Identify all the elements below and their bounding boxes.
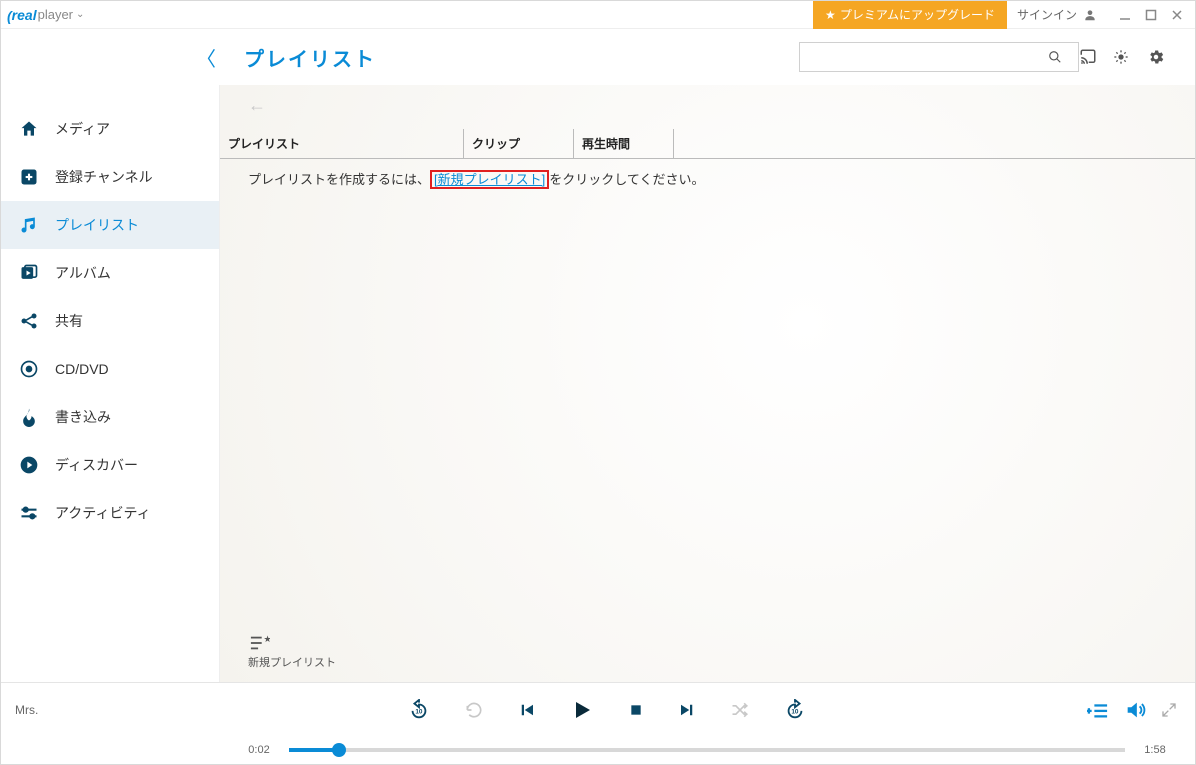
content-area: ← プレイリスト クリップ 再生時間 プレイリストを作成するには、[新規プレイリ…	[219, 85, 1195, 682]
sliders-icon	[19, 503, 39, 523]
sidebar-item-discover[interactable]: ディスカバー	[1, 441, 219, 489]
volume-button[interactable]	[1123, 699, 1147, 721]
logo-dropdown-icon[interactable]: ⌄	[76, 9, 84, 20]
column-playlist[interactable]: プレイリスト	[220, 129, 464, 158]
search-box[interactable]	[799, 42, 1079, 72]
column-clip[interactable]: クリップ	[464, 129, 574, 158]
sidebar-item-label: アクティビティ	[55, 503, 151, 523]
titlebar: (real player ⌄ ★ プレミアムにアップグレード サインイン	[1, 1, 1195, 29]
cast-icon[interactable]	[1079, 48, 1113, 66]
sidebar-item-label: 書き込み	[55, 407, 111, 427]
logo-player-text: player	[38, 7, 73, 22]
window-controls	[1107, 9, 1195, 21]
plus-square-icon	[19, 167, 39, 187]
sidebar-item-media[interactable]: メディア	[1, 105, 219, 153]
time-total: 1:58	[1135, 744, 1175, 756]
svg-text:10: 10	[791, 708, 799, 715]
seek-bar[interactable]	[289, 748, 1125, 752]
toolstrip: 〈 プレイリスト	[1, 29, 1195, 85]
sidebar-item-label: CD/DVD	[55, 361, 109, 377]
close-button[interactable]	[1171, 9, 1183, 21]
play-button[interactable]	[570, 698, 594, 722]
new-playlist-button[interactable]: ★ 新規プレイリスト	[248, 634, 336, 670]
sidebar-item-label: プレイリスト	[55, 215, 139, 235]
page-title: プレイリスト	[244, 43, 376, 72]
search-input[interactable]	[800, 50, 1048, 65]
disc-icon	[19, 359, 39, 379]
home-icon	[19, 119, 39, 139]
rewind-10-button[interactable]: 10	[408, 699, 430, 721]
sidebar-item-burn[interactable]: 書き込み	[1, 393, 219, 441]
sidebar-item-playlist[interactable]: プレイリスト	[1, 201, 219, 249]
minimize-button[interactable]	[1119, 9, 1131, 21]
new-playlist-link[interactable]: [新規プレイリスト]	[430, 170, 549, 189]
sidebar-item-label: ディスカバー	[55, 455, 138, 475]
sidebar-item-share[interactable]: 共有	[1, 297, 219, 345]
previous-button[interactable]	[518, 701, 536, 719]
expand-button[interactable]	[1161, 702, 1177, 718]
sidebar-item-cddvd[interactable]: CD/DVD	[1, 345, 219, 393]
body: メディア 登録チャンネル プレイリスト アルバム 共有 CD/DVD	[1, 85, 1195, 682]
shuffle-button[interactable]	[730, 700, 750, 720]
sidebar-item-channels[interactable]: 登録チャンネル	[1, 153, 219, 201]
empty-before-text: プレイリストを作成するには、	[248, 172, 430, 187]
sidebar-item-label: アルバム	[55, 263, 111, 283]
time-current: 0:02	[239, 744, 279, 756]
forward-10-button[interactable]: 10	[784, 699, 806, 721]
sidebar-item-activity[interactable]: アクティビティ	[1, 489, 219, 537]
album-icon	[19, 263, 39, 283]
back-chevron-icon[interactable]: 〈	[196, 43, 216, 72]
stop-button[interactable]	[628, 702, 644, 718]
seek-knob[interactable]	[332, 743, 346, 757]
app-logo[interactable]: (real player ⌄	[1, 7, 84, 23]
column-duration[interactable]: 再生時間	[574, 129, 674, 158]
signin-label: サインイン	[1017, 6, 1077, 23]
svg-text:10: 10	[415, 708, 423, 715]
sidebar-item-label: 共有	[55, 311, 83, 331]
play-circle-icon	[19, 455, 39, 475]
brightness-icon[interactable]	[1113, 49, 1147, 65]
sidebar-item-album[interactable]: アルバム	[1, 249, 219, 297]
next-button[interactable]	[678, 701, 696, 719]
sidebar-item-label: メディア	[55, 119, 110, 139]
star-icon: ★	[825, 8, 836, 22]
empty-after-text: をクリックしてください。	[549, 172, 704, 187]
playerbar: Mrs. 10	[1, 682, 1195, 764]
sidebar-item-label: 登録チャンネル	[55, 167, 153, 187]
user-icon	[1083, 8, 1097, 22]
svg-text:★: ★	[264, 634, 271, 644]
upgrade-label: プレミアムにアップグレード	[840, 6, 995, 23]
settings-icon[interactable]	[1147, 48, 1181, 66]
empty-state-message: プレイリストを作成するには、[新規プレイリスト]をクリックしてください。	[220, 159, 1195, 188]
maximize-button[interactable]	[1145, 9, 1157, 21]
upgrade-premium-button[interactable]: ★ プレミアムにアップグレード	[813, 1, 1007, 29]
table-header: プレイリスト クリップ 再生時間	[220, 129, 1195, 159]
new-playlist-icon: ★	[248, 634, 336, 652]
share-icon	[19, 311, 39, 331]
subnav: ←	[220, 85, 1195, 125]
new-playlist-label: 新規プレイリスト	[248, 654, 336, 670]
music-note-icon	[19, 215, 39, 235]
back-arrow-icon[interactable]: ←	[248, 95, 266, 116]
app-window: (real player ⌄ ★ プレミアムにアップグレード サインイン	[0, 0, 1196, 765]
logo-real-text: real	[12, 7, 37, 23]
search-icon[interactable]	[1048, 50, 1078, 64]
now-playing-title: Mrs.	[1, 703, 219, 717]
flame-icon	[19, 407, 39, 427]
player-controls: 10	[219, 698, 995, 722]
refresh-button[interactable]	[464, 700, 484, 720]
queue-add-button[interactable]	[1087, 700, 1109, 720]
sidebar: メディア 登録チャンネル プレイリスト アルバム 共有 CD/DVD	[1, 85, 219, 682]
signin-button[interactable]: サインイン	[1007, 1, 1107, 29]
seek-row: 0:02 1:58	[219, 736, 1195, 764]
